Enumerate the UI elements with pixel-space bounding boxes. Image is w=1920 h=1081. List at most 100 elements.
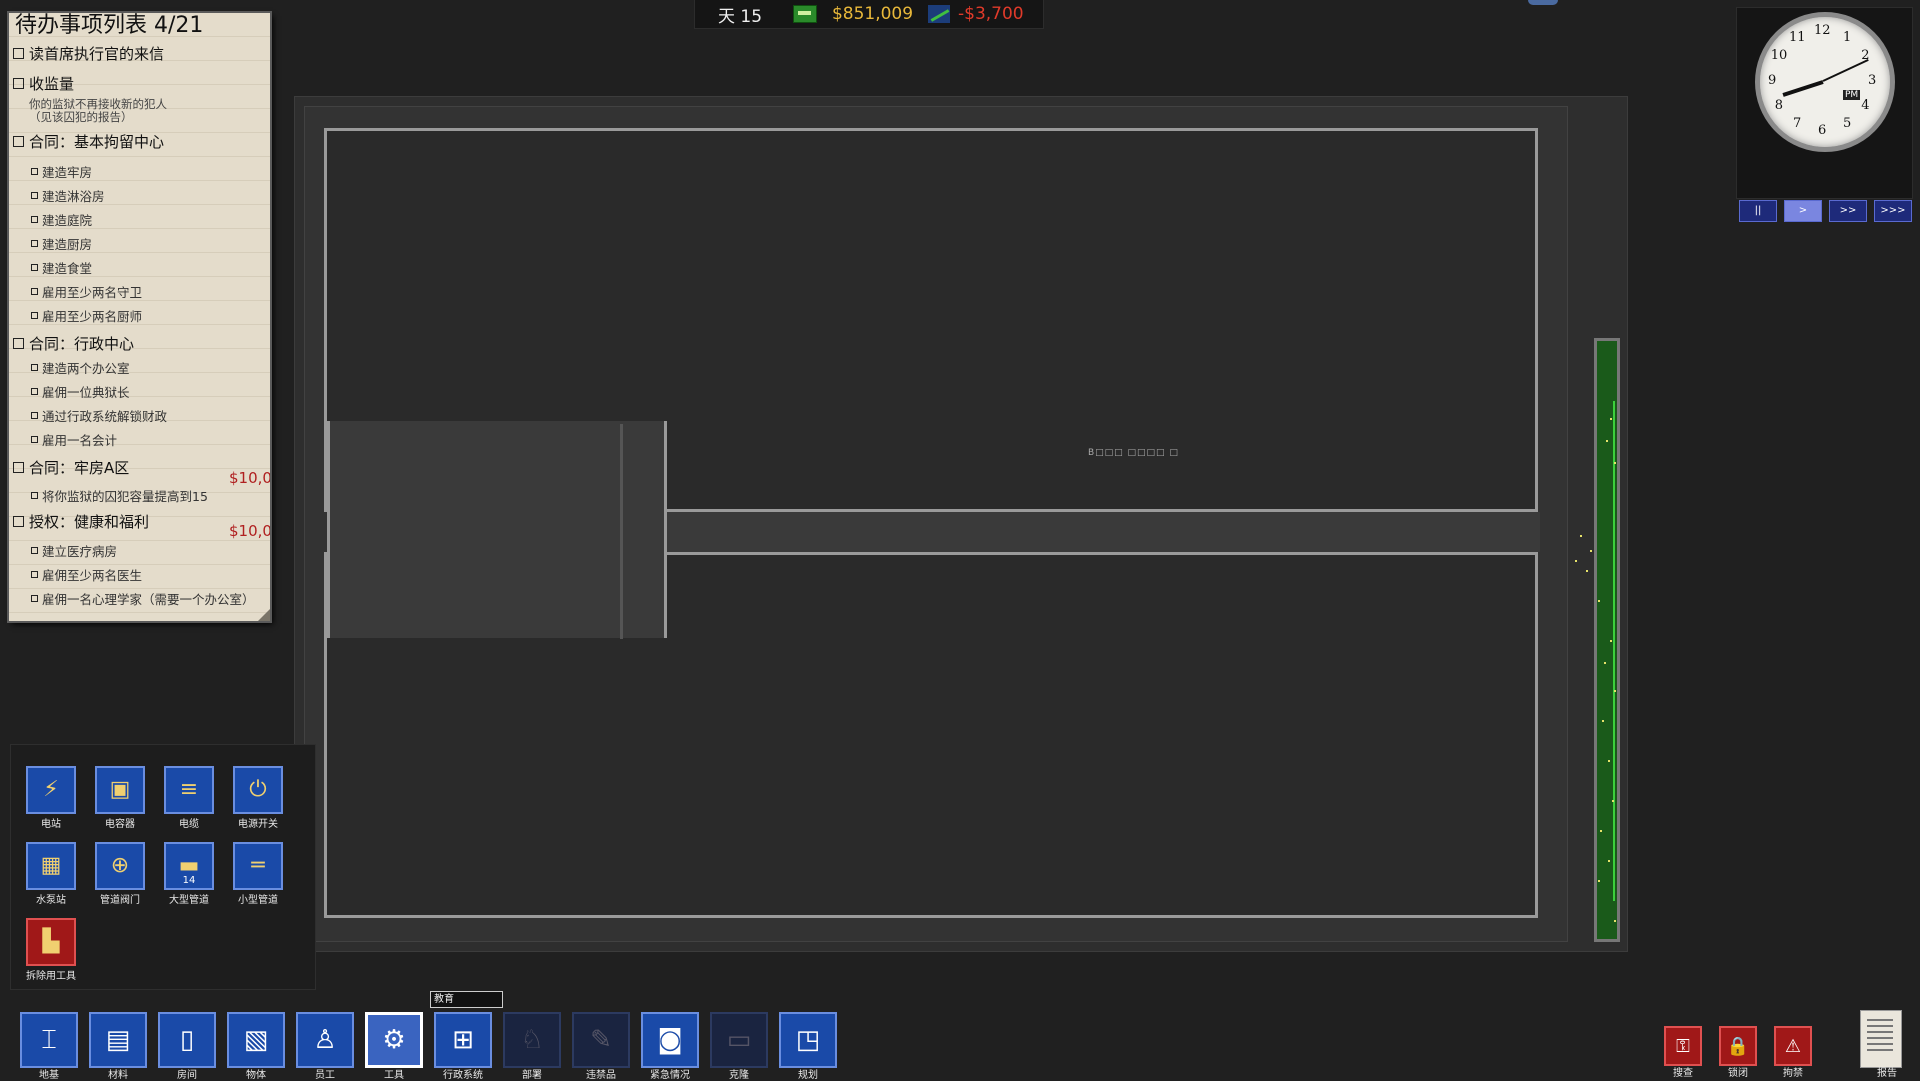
toolbar-button-deployment[interactable]: ♘ (503, 1012, 561, 1068)
checkbox[interactable] (13, 47, 24, 59)
search-prisoner-button[interactable]: ⚿ (1664, 1026, 1702, 1066)
detain-button[interactable]: ⚠ (1774, 1026, 1812, 1066)
pipe-valve-tool[interactable]: ⊕ (95, 842, 145, 890)
toolbar-button-objects[interactable]: ▧ (227, 1012, 285, 1068)
checkbox[interactable] (13, 135, 24, 147)
reward-amount: $10,000 (229, 469, 270, 487)
checkbox[interactable] (13, 515, 24, 527)
tool-label: 水泵站 (36, 895, 66, 906)
checkbox[interactable] (31, 546, 38, 554)
checkbox[interactable] (13, 461, 24, 473)
cable-tool[interactable]: ≡ (164, 766, 214, 814)
utilities-icon: ⚙ (382, 1025, 406, 1055)
todo-item[interactable]: 建造庭院 (31, 209, 92, 229)
hallway[interactable] (670, 512, 1540, 552)
checkbox[interactable] (31, 239, 38, 247)
todo-section[interactable]: 读首席执行官的来信 (13, 43, 164, 63)
todo-item[interactable]: 建造两个办公室 (31, 357, 130, 377)
toolbar-button-emergency[interactable]: ◙ (641, 1012, 699, 1068)
tool-label: 大型管道 (169, 895, 209, 906)
cable-icon: ≡ (179, 777, 199, 802)
todo-section[interactable]: 收监量 (13, 73, 74, 93)
todo-item[interactable]: 雇用至少两名守卫 (31, 281, 142, 301)
checkbox[interactable] (31, 411, 38, 419)
todo-item[interactable]: 雇用至少两名厨师 (31, 305, 142, 325)
water-pump-tool[interactable]: ▦ (26, 842, 76, 890)
checkbox[interactable] (31, 263, 38, 271)
toolbar-button-foundation[interactable]: ⌶ (20, 1012, 78, 1068)
todo-section[interactable]: 授权：健康和福利 (13, 511, 149, 531)
toolbar-button-utilities[interactable]: ⚙ (365, 1012, 423, 1068)
todo-section[interactable]: 合同：牢房A区 (13, 457, 129, 477)
toolbar-button-materials[interactable]: ▤ (89, 1012, 147, 1068)
pipe-valve-icon: ⊕ (110, 853, 130, 878)
capacitor-tool[interactable]: ▣ (95, 766, 145, 814)
toolbar-button-rooms[interactable]: ▯ (158, 1012, 216, 1068)
checkbox[interactable] (31, 215, 38, 223)
todo-text: 建造牢房 (42, 164, 93, 180)
checkbox[interactable] (31, 435, 38, 443)
checkbox[interactable] (13, 77, 24, 89)
checkbox[interactable] (31, 491, 38, 499)
checkbox[interactable] (13, 337, 24, 349)
grass-detail (1598, 600, 1600, 602)
todo-text: 通过行政系统解锁财政 (42, 408, 168, 424)
small-pipe-tool[interactable]: ═ (233, 842, 283, 890)
toolbar-button-bureaucracy[interactable]: ⊞ (434, 1012, 492, 1068)
toolbar-button-contraband[interactable]: ✎ (572, 1012, 630, 1068)
checkbox[interactable] (31, 363, 38, 371)
toolbar-label: 克隆 (729, 1070, 749, 1081)
todo-section[interactable]: 合同：行政中心 (13, 333, 134, 353)
todo-text: 授权：健康和福利 (29, 512, 150, 531)
notification-indicator[interactable] (1528, 0, 1558, 5)
checkbox[interactable] (31, 191, 38, 199)
finance-graph-icon[interactable] (928, 5, 950, 23)
speed-fastest-button[interactable]: >>> (1874, 200, 1912, 222)
todo-section[interactable]: 合同：基本拘留中心 (13, 131, 164, 151)
todo-item[interactable]: 雇佣至少两名医生 (31, 564, 142, 584)
power-station-tool[interactable]: ⚡ (26, 766, 76, 814)
planning-icon: ◳ (795, 1025, 821, 1055)
grass-detail (1590, 550, 1592, 552)
checkbox[interactable] (31, 311, 38, 319)
todo-text: 合同：基本拘留中心 (29, 132, 165, 151)
todo-item[interactable]: 建立医疗病房 (31, 540, 117, 560)
cash-icon[interactable] (793, 5, 817, 23)
todo-item[interactable]: 建造食堂 (31, 257, 92, 277)
checkbox[interactable] (31, 387, 38, 395)
speed-fast-button[interactable]: >> (1829, 200, 1867, 222)
large-pipe-tool[interactable]: ▬ 14 (164, 842, 214, 890)
checkbox[interactable] (31, 167, 38, 175)
todo-item[interactable]: 通过行政系统解锁财政 (31, 405, 167, 425)
todo-text: 建造庭院 (42, 212, 93, 228)
todo-item[interactable]: 雇佣一名心理学家（需要一个办公室） (31, 588, 255, 608)
tool-label: 电缆 (179, 819, 199, 830)
todo-item[interactable]: 建造厨房 (31, 233, 92, 253)
pause-button[interactable]: || (1739, 200, 1777, 222)
todo-item[interactable]: 建造牢房 (31, 161, 92, 181)
toolbar-button-staff[interactable]: ♙ (296, 1012, 354, 1068)
checkbox[interactable] (31, 287, 38, 295)
toolbar-label: 行政系统 (443, 1070, 483, 1081)
todo-item[interactable]: 建造淋浴房 (31, 185, 105, 205)
todo-item[interactable]: 雇佣一位典狱长 (31, 381, 130, 401)
todo-text: 读首席执行官的来信 (29, 44, 165, 63)
todo-text: 雇用至少两名守卫 (42, 284, 143, 300)
todo-item[interactable]: 将你监狱的囚犯容量提高到15 (31, 485, 208, 505)
todo-item[interactable]: 雇用一名会计 (31, 429, 117, 449)
checkbox[interactable] (31, 570, 38, 578)
power-switch-tool[interactable]: ⏻ (233, 766, 283, 814)
report-icon[interactable] (1860, 1010, 1902, 1068)
resize-handle[interactable] (258, 609, 270, 621)
lockdown-icon: 🔒 (1726, 1035, 1750, 1057)
toolbar-button-clone[interactable]: ▭ (710, 1012, 768, 1068)
connector-block[interactable] (327, 421, 667, 638)
demolish-tool-tool[interactable]: ▙ (26, 918, 76, 966)
speed-normal-button[interactable]: > (1784, 200, 1822, 222)
hour-hand (1782, 80, 1824, 97)
lockdown-button[interactable]: 🔒 (1719, 1026, 1757, 1066)
clock-numeral: 5 (1843, 116, 1852, 132)
clock-numeral: 4 (1861, 98, 1870, 113)
toolbar-button-planning[interactable]: ◳ (779, 1012, 837, 1068)
checkbox[interactable] (31, 594, 38, 602)
